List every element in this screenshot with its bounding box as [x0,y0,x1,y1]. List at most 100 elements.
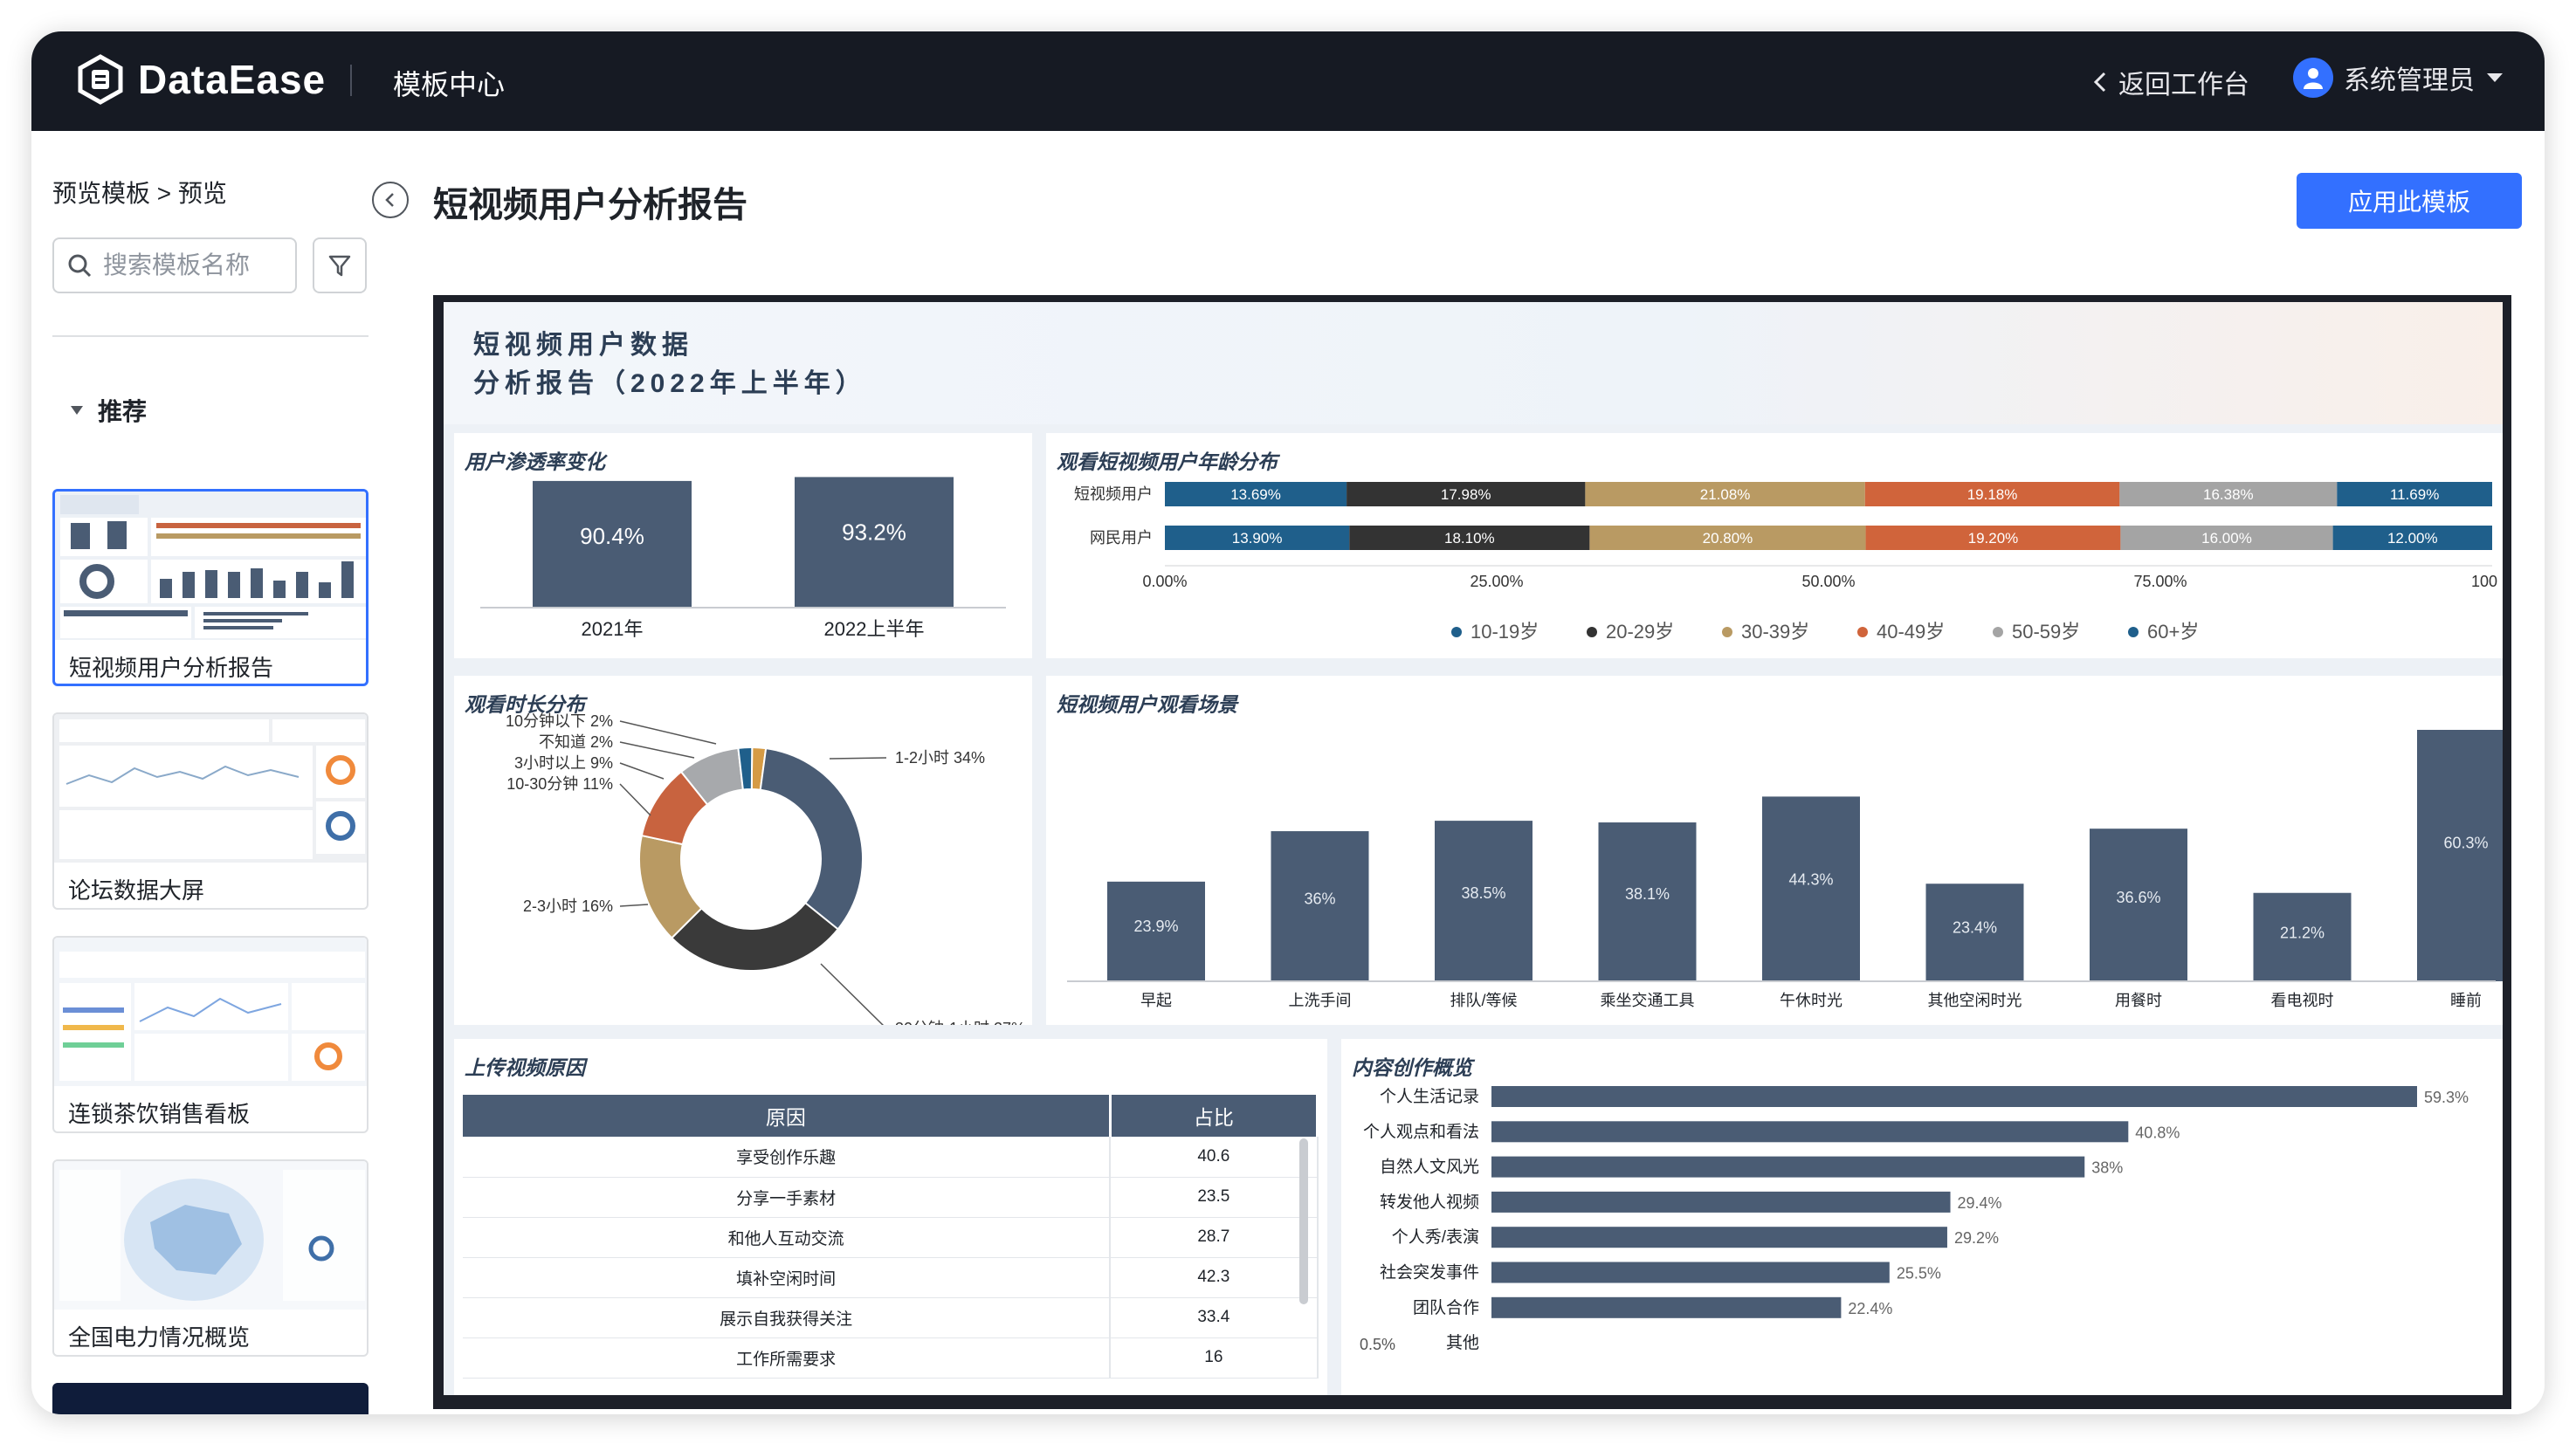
legend-item: 20-29岁 [1606,621,1674,643]
leader-line [619,762,665,780]
collapse-sidebar-button[interactable] [372,182,409,218]
data-label: 16.38% [2203,486,2254,503]
leader-line [619,720,717,745]
tick-label: 75.00% [2133,573,2187,590]
data-label: 12.00% [2387,530,2438,547]
table-cell: 16 [1110,1337,1319,1379]
bar [1491,1121,2129,1143]
filter-icon [328,255,351,277]
data-label: 36.6% [2116,889,2160,906]
table-row[interactable]: 享受创作乐趣 40.6 [463,1137,1319,1178]
bar [1491,1296,1842,1318]
search-input[interactable] [103,251,278,279]
data-label: 0.5% [1360,1336,1395,1353]
template-card-tea[interactable]: 连锁茶饮销售看板 [52,936,368,1133]
template-card-power[interactable]: 全国电力情况概览 [52,1159,368,1357]
table-cell: 33.4 [1110,1297,1319,1338]
chart-title: 上传视频原因 [465,1056,585,1079]
tick-label: 用餐时 [2115,992,2162,1009]
page-title: 短视频用户分析报告 [433,186,747,224]
legend-item: 10-19岁 [1471,621,1539,643]
tick-label: 网民用户 [1090,529,1153,547]
back-to-workbench-link[interactable]: 返回工作台 [2092,63,2249,101]
table-row[interactable]: 工作所需要求 16 [463,1337,1319,1379]
filter-button[interactable] [313,237,367,293]
app-window: DataEase 模板中心 返回工作台 系统管理员 预览模板 > 预览 推荐 [31,31,2545,1414]
data-label: 40.8% [2135,1124,2180,1141]
table-row[interactable]: 展示自我获得关注 33.4 [463,1297,1319,1338]
template-card-short-video[interactable]: 短视频用户分析报告 [52,489,368,686]
apply-template-button[interactable]: 应用此模板 [2297,173,2522,229]
slice-label: 30分钟-1小时 27% [895,1020,1025,1025]
slice-label: 10-30分钟 11% [506,775,613,793]
template-card-label: 论坛数据大屏 [68,877,205,904]
legend-item: 40-49岁 [1877,621,1945,643]
data-label: 29.4% [1958,1194,2002,1212]
data-label: 11.69% [2390,486,2439,503]
table-row[interactable]: 分享一手素材 23.5 [463,1177,1319,1218]
donut-slice [759,747,864,931]
template-card-forum[interactable]: 论坛数据大屏 [52,712,368,910]
legend-item: 60+岁 [2147,621,2199,643]
legend-marker [1993,627,2003,637]
bar [1491,1156,2085,1178]
table-header[interactable]: 原因 [463,1095,1112,1137]
back-label: 返回工作台 [2118,71,2249,100]
tick-label: 2022上半年 [824,618,925,640]
tick-label: 社会突发事件 [1380,1263,1479,1282]
data-label: 90.4% [580,523,644,549]
data-label: 13.90% [1232,530,1283,547]
template-search[interactable] [52,237,297,293]
legend-marker [1857,627,1868,637]
data-label: 38% [2091,1159,2123,1177]
legend-marker [1451,627,1462,637]
data-label: 16.00% [2201,530,2252,547]
table-scrollbar[interactable] [1299,1138,1308,1304]
breadcrumb: 预览模板 > 预览 [52,180,227,207]
template-card-label: 连锁茶饮销售看板 [68,1101,251,1127]
data-label: 29.2% [1954,1229,1999,1247]
main-content: 短视频用户分析报告 应用此模板 短视频用户数据 分析报告（2022年上半年） 用… [393,131,2545,1414]
upload-reason-table: 原因 占比 享受创作乐趣 40.6 分享一手素材 23.5 和他人互动交流 28.7 填补空… [463,1095,1319,1379]
template-thumbnail [54,938,367,1086]
table-header[interactable]: 占比 [1110,1095,1319,1137]
table-cell: 28.7 [1110,1217,1319,1258]
tick-label: 其他空闲时光 [1928,992,2022,1009]
content-creation-chart: 个人生活记录 59.3% 个人观点和看法 40.8% 自然人文风光 38% 转发他人视频 29… [1360,1086,2469,1353]
chart-title: 观看时长分布 [465,693,585,716]
user-name: 系统管理员 [2344,66,2475,95]
data-label: 20.80% [1703,530,1753,547]
tick-label: 50.00% [1801,573,1855,590]
table-row[interactable]: 填补空闲时间 42.3 [463,1257,1319,1298]
tick-label: 看电视时 [2271,992,2334,1009]
tick-label: 0.00% [1142,573,1187,590]
tick-label: 团队合作 [1413,1298,1479,1317]
logo[interactable]: DataEase [75,54,326,105]
data-label: 60.3% [2443,835,2488,852]
tick-label: 乘坐交通工具 [1601,992,1695,1009]
leader-line [829,757,887,760]
chart-title: 用户渗透率变化 [465,450,605,473]
table-cell: 23.5 [1110,1177,1319,1218]
tick-label: 自然人文风光 [1380,1158,1479,1177]
bar [1491,1262,1890,1283]
table-cell: 42.3 [1110,1257,1319,1298]
template-thumbnail [55,492,366,640]
slice-label: 2-3小时 16% [523,897,613,915]
template-thumbnail [54,714,367,863]
tick-label: 25.00% [1470,573,1523,590]
chart-title: 内容创作概览 [1352,1056,1472,1079]
tick-label: 排队/等候 [1450,992,1517,1009]
tick-label: 转发他人视频 [1380,1193,1479,1212]
leader-line [619,904,649,907]
report-title-line1: 短视频用户数据 [473,331,693,360]
template-card-partial[interactable] [52,1383,368,1414]
user-icon [2304,68,2323,89]
legend-marker [1722,627,1732,637]
table-row[interactable]: 和他人互动交流 28.7 [463,1217,1319,1258]
tick-label: 午休时光 [1780,992,1842,1009]
template-card-label: 短视频用户分析报告 [69,655,274,681]
recommend-group[interactable]: 推荐 [70,393,147,428]
tick-label: 上洗手间 [1289,992,1352,1009]
user-menu[interactable]: 系统管理员 [2293,58,2504,98]
